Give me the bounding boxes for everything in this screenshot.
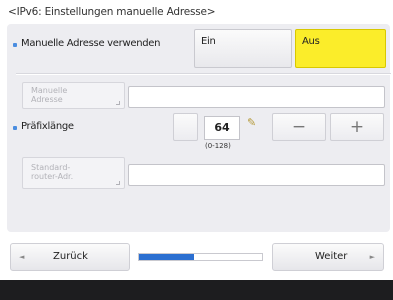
next-arrow-icon: ► bbox=[369, 253, 375, 261]
back-button-label: Zurück bbox=[53, 251, 88, 262]
back-arrow-icon: ◄ bbox=[19, 253, 25, 261]
next-button[interactable]: Weiter ► bbox=[272, 243, 384, 271]
default-router-input[interactable] bbox=[128, 164, 385, 186]
corner-icon bbox=[116, 101, 120, 105]
next-button-label: Weiter bbox=[315, 251, 348, 262]
prefix-length-label: Präfixlänge bbox=[21, 121, 74, 132]
prefix-range: (0-128) bbox=[205, 142, 231, 150]
bullet-marker bbox=[13, 126, 17, 130]
back-button[interactable]: ◄ Zurück bbox=[10, 243, 130, 271]
progress-bar bbox=[138, 253, 263, 261]
settings-panel: Manuelle Adresse verwenden Ein Aus Manue… bbox=[7, 24, 391, 232]
corner-icon bbox=[116, 181, 120, 185]
page-title: <IPv6: Einstellungen manuelle Adresse> bbox=[8, 6, 216, 18]
manual-address-label: Manuelle Adresse verwenden bbox=[21, 38, 161, 49]
prefix-spacer-box bbox=[173, 113, 198, 141]
bottom-bar bbox=[0, 280, 393, 300]
minus-button[interactable]: − bbox=[272, 113, 326, 141]
bullet-marker bbox=[13, 43, 17, 47]
prefix-length-input[interactable]: 64 bbox=[204, 116, 240, 140]
clear-icon[interactable]: ✎ bbox=[247, 116, 256, 129]
on-button[interactable]: Ein bbox=[194, 29, 292, 68]
off-button[interactable]: Aus bbox=[295, 29, 386, 68]
default-router-button-label: Standard-router-Adr. bbox=[31, 163, 74, 181]
manual-address-input[interactable] bbox=[128, 86, 385, 108]
manual-address-button-label: Manuelle Adresse bbox=[31, 86, 68, 104]
divider bbox=[16, 74, 391, 75]
default-router-button[interactable]: Standard-router-Adr. bbox=[22, 157, 125, 189]
progress-fill bbox=[139, 254, 195, 260]
manual-address-button[interactable]: Manuelle Adresse bbox=[22, 82, 125, 109]
plus-button[interactable]: + bbox=[330, 113, 384, 141]
